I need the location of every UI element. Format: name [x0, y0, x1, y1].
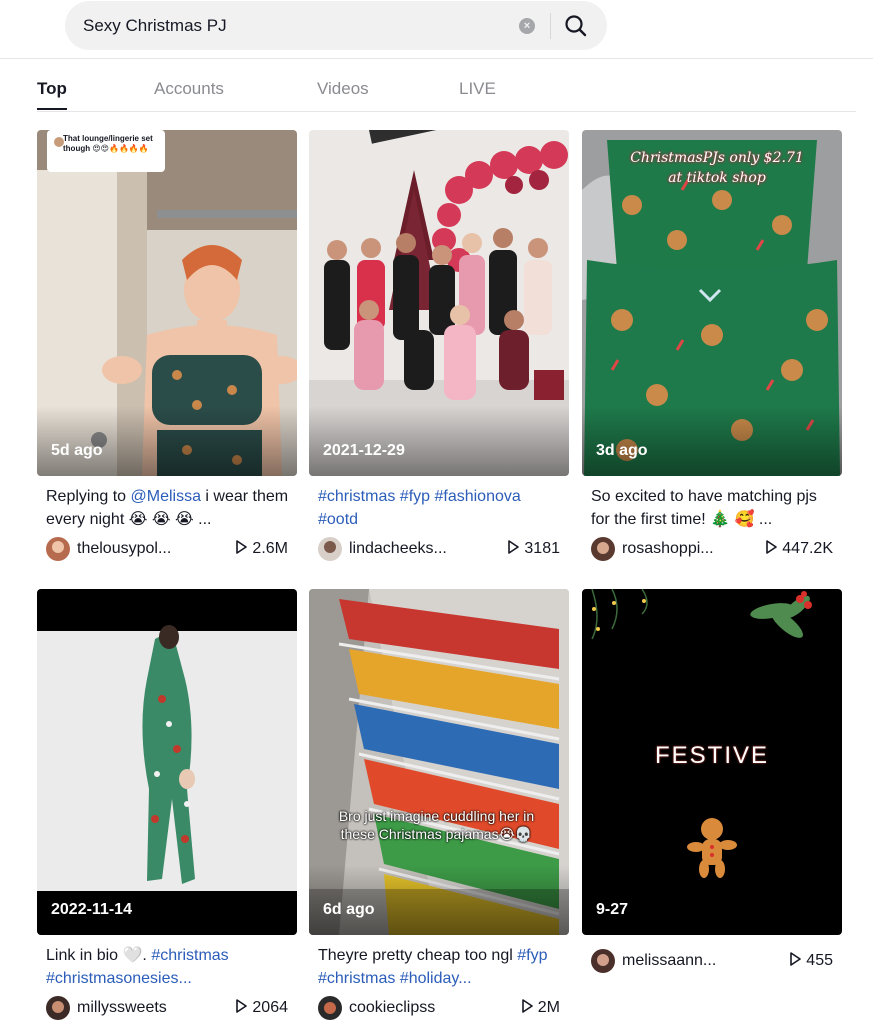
video-date: 2021-12-29 [323, 442, 405, 459]
active-tab-indicator [37, 108, 67, 110]
play-icon [508, 540, 520, 554]
video-card[interactable]: Bro just imagine cuddling her in these C… [309, 589, 569, 1022]
thumbnail-gradient [582, 406, 842, 476]
username-link[interactable]: cookieclipss [349, 999, 435, 1017]
video-date: 2022-11-14 [51, 901, 132, 918]
tab-videos[interactable]: Videos [317, 79, 369, 99]
video-meta: rosashoppi... 447.2K [591, 535, 833, 563]
video-thumbnail[interactable]: 2021-12-29 [309, 130, 569, 476]
username-link[interactable]: rosashoppi... [622, 540, 714, 558]
mention-link[interactable]: @Melissa [131, 488, 201, 505]
view-count: 3181 [507, 540, 560, 558]
video-meta: melissaann... 455 [591, 947, 833, 975]
video-description[interactable]: #christmas #fyp #fashionova #ootd [318, 485, 563, 531]
video-thumbnail[interactable]: FESTIVE 9-27 [582, 589, 842, 935]
view-count: 447.2K [765, 540, 833, 558]
username-link[interactable]: lindacheeks... [349, 540, 447, 558]
tabs-divider [37, 111, 856, 112]
view-count-value: 447.2K [782, 540, 833, 557]
tab-top[interactable]: Top [37, 79, 67, 99]
desc-text: Link in bio 🤍. [46, 947, 152, 964]
video-meta: cookieclipss 2M [318, 994, 560, 1022]
thumbnail-gradient [309, 406, 569, 476]
view-count: 2064 [235, 999, 288, 1017]
play-icon [521, 999, 533, 1013]
view-count: 2M [521, 999, 560, 1017]
video-thumbnail[interactable]: Bro just imagine cuddling her in these C… [309, 589, 569, 935]
video-date: 6d ago [323, 901, 375, 918]
video-date: 9-27 [596, 901, 629, 918]
avatar[interactable] [46, 996, 70, 1020]
clear-icon[interactable]: × [519, 18, 535, 34]
view-count: 455 [789, 952, 833, 970]
video-date: 5d ago [51, 442, 103, 459]
video-description[interactable]: So excited to have matching pjs for the … [591, 485, 836, 531]
video-description[interactable]: Theyre pretty cheap too ngl #fyp #christ… [318, 944, 563, 990]
video-thumbnail-image [37, 589, 297, 935]
search-bar: × [65, 1, 607, 50]
video-thumbnail[interactable]: ChristmasPJs only $2.71 at tiktok shop 3… [582, 130, 842, 476]
view-count-value: 2064 [252, 999, 288, 1016]
avatar[interactable] [318, 996, 342, 1020]
tab-accounts[interactable]: Accounts [154, 79, 224, 99]
desc-text: Theyre pretty cheap too ngl [318, 947, 518, 964]
thumbnail-gradient [37, 406, 297, 476]
view-count: 2.6M [235, 540, 288, 558]
username-link[interactable]: millyssweets [77, 999, 167, 1017]
video-meta: lindacheeks... 3181 [318, 535, 560, 563]
view-count-value: 2M [537, 999, 560, 1016]
video-meta: millyssweets 2064 [46, 994, 288, 1022]
view-count-value: 455 [806, 952, 833, 969]
video-overlay-caption: That lounge/lingerie set though 😍😍🔥🔥🔥🔥 [63, 134, 153, 153]
tab-live[interactable]: LIVE [459, 79, 496, 99]
video-card[interactable]: FESTIVE 9-27 melissaann... 455 [582, 589, 842, 975]
avatar[interactable] [591, 537, 615, 561]
video-overlay-caption: ChristmasPJs only $2.71 at tiktok shop [630, 150, 804, 186]
desc-text: Replying to [46, 488, 131, 505]
video-date: 3d ago [596, 442, 648, 459]
username-link[interactable]: thelousypol... [77, 540, 171, 558]
avatar[interactable] [46, 537, 70, 561]
search-button[interactable] [560, 10, 592, 42]
view-count-value: 2.6M [252, 540, 288, 557]
header-divider [0, 58, 873, 59]
video-meta: thelousypol... 2.6M [46, 535, 288, 563]
video-overlay-caption: Bro just imagine cuddling her in these C… [338, 808, 535, 842]
username-link[interactable]: melissaann... [622, 952, 716, 970]
video-overlay-caption: FESTIVE [654, 742, 770, 769]
video-card[interactable]: ChristmasPJs only $2.71 at tiktok shop 3… [582, 130, 842, 563]
video-description[interactable]: Link in bio 🤍. #christmas #christmasones… [46, 944, 291, 990]
search-divider [550, 13, 551, 39]
play-icon [766, 540, 778, 554]
play-icon [236, 540, 248, 554]
view-count-value: 3181 [524, 540, 560, 557]
play-icon [236, 999, 248, 1013]
avatar[interactable] [318, 537, 342, 561]
video-description[interactable]: Replying to @Melissa i wear them every n… [46, 485, 291, 531]
video-thumbnail[interactable]: 2022-11-14 [37, 589, 297, 935]
search-input[interactable] [83, 1, 503, 50]
search-icon [565, 15, 587, 37]
avatar[interactable] [591, 949, 615, 973]
video-card[interactable]: That lounge/lingerie set though 😍😍🔥🔥🔥🔥 5… [37, 130, 297, 563]
hashtag-links[interactable]: #christmas #fyp #fashionova #ootd [318, 488, 521, 528]
video-thumbnail[interactable]: That lounge/lingerie set though 😍😍🔥🔥🔥🔥 5… [37, 130, 297, 476]
play-icon [790, 952, 802, 966]
video-card[interactable]: 2021-12-29 #christmas #fyp #fashionova #… [309, 130, 569, 563]
video-card[interactable]: 2022-11-14 Link in bio 🤍. #christmas #ch… [37, 589, 297, 1022]
thumbnail-gradient [309, 865, 569, 935]
